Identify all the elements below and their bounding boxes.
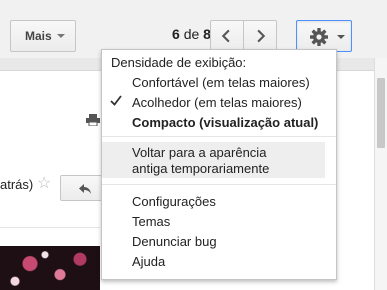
density-compact[interactable]: Compacto (visualização atual): [132, 115, 366, 131]
menu-separator: [102, 184, 336, 185]
revert-old-look[interactable]: Voltar para a aparência antiga temporari…: [132, 145, 366, 177]
message-image: [0, 246, 100, 290]
reply-arrow-icon: [79, 184, 91, 194]
gear-icon: [310, 28, 328, 46]
chevron-down-icon: [337, 35, 345, 39]
settings-menu: Densidade de exibição: Confortável (em t…: [101, 49, 337, 280]
star-icon[interactable]: ☆: [37, 176, 51, 192]
divider: [0, 227, 100, 228]
counter-current: 6: [172, 26, 180, 42]
menu-item-help[interactable]: Ajuda: [132, 254, 366, 270]
menu-separator: [102, 136, 336, 137]
scrollbar[interactable]: [374, 58, 387, 290]
older-button[interactable]: [243, 20, 277, 52]
density-cozy[interactable]: Acolhedor (em telas maiores): [132, 95, 366, 111]
menu-item-themes[interactable]: Temas: [132, 214, 366, 230]
chevron-right-icon: [257, 29, 266, 43]
newer-button[interactable]: [210, 20, 244, 52]
check-icon: [110, 95, 122, 106]
settings-button[interactable]: [296, 20, 352, 52]
scrollbar-thumb[interactable]: [377, 78, 385, 148]
chevron-down-icon: [57, 34, 65, 38]
density-comfortable[interactable]: Confortável (em telas maiores): [132, 75, 366, 91]
menu-item-report-bug[interactable]: Denunciar bug: [132, 234, 366, 250]
counter-of: de: [183, 26, 200, 42]
chevron-left-icon: [221, 29, 230, 43]
more-button-label: Mais: [25, 29, 52, 43]
sender-text-fragment: atrás): [0, 177, 34, 192]
density-header: Densidade de exibição:: [111, 55, 247, 70]
printer-icon[interactable]: [86, 114, 100, 126]
more-button[interactable]: Mais: [10, 20, 76, 52]
menu-item-settings[interactable]: Configurações: [132, 194, 366, 210]
